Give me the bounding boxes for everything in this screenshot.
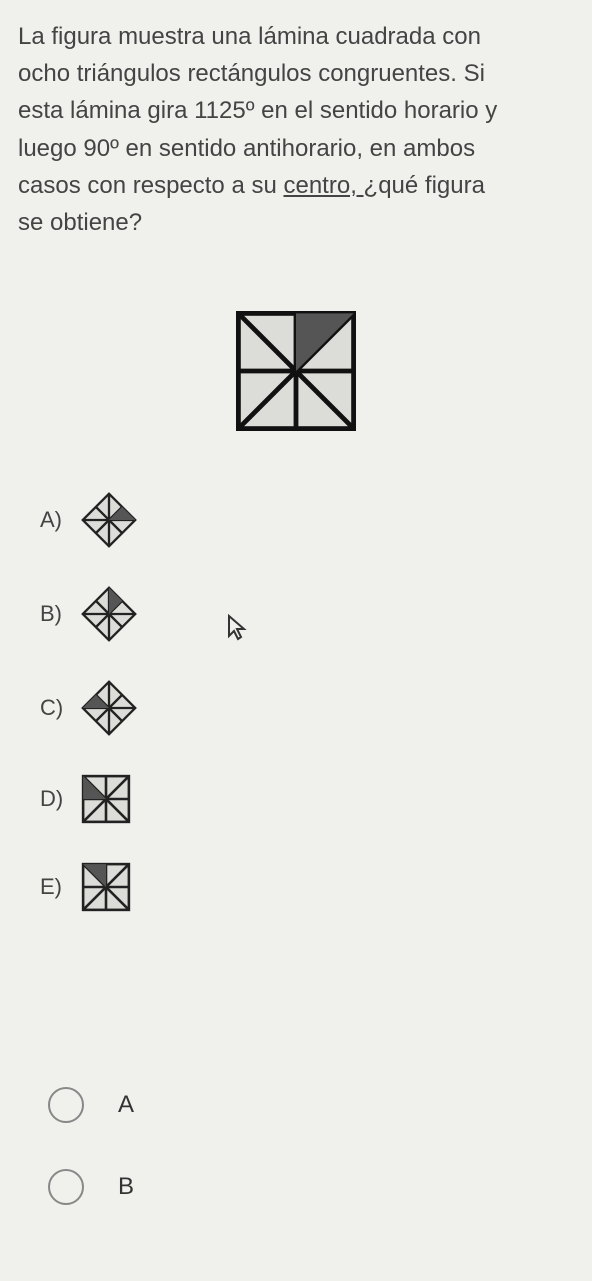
radio-circle-icon [48, 1169, 84, 1205]
option-a-label: A) [40, 507, 68, 533]
radio-b[interactable]: B [48, 1169, 134, 1205]
option-c-label: C) [40, 695, 68, 721]
option-a[interactable]: A) [40, 491, 574, 549]
option-e[interactable]: E) [40, 861, 574, 913]
main-figure-container [18, 311, 574, 431]
main-square-figure [236, 311, 356, 431]
option-e-label: E) [40, 874, 68, 900]
q-line6: se obtiene? [18, 209, 142, 236]
options-list: A) B) C) [18, 491, 574, 913]
option-e-figure [80, 861, 132, 913]
option-c-figure [80, 679, 138, 737]
option-c[interactable]: C) [40, 679, 574, 737]
radio-group: A B [48, 1087, 134, 1251]
q-line1: La figura muestra una lámina cuadrada co… [18, 23, 481, 50]
option-d-figure [80, 773, 132, 825]
option-d-label: D) [40, 786, 68, 812]
q-line3: esta lámina gira 1125º en el sentido hor… [18, 97, 497, 124]
cursor-icon [226, 614, 250, 642]
option-a-figure [80, 491, 138, 549]
option-b-label: B) [40, 601, 68, 627]
q-line5-underlined: centro, [283, 172, 363, 199]
option-d[interactable]: D) [40, 773, 574, 825]
option-b[interactable]: B) [40, 585, 574, 643]
q-line2: ocho triángulos rectángulos congruentes.… [18, 60, 485, 87]
q-line4: luego 90º en sentido antihorario, en amb… [18, 135, 475, 162]
radio-circle-icon [48, 1087, 84, 1123]
q-line5c: ¿qué figura [364, 172, 485, 199]
option-b-figure [80, 585, 138, 643]
question-text: La figura muestra una lámina cuadrada co… [18, 18, 574, 241]
radio-a[interactable]: A [48, 1087, 134, 1123]
radio-a-label: A [118, 1091, 134, 1119]
q-line5a: casos con respecto a su [18, 172, 283, 199]
radio-b-label: B [118, 1173, 134, 1201]
